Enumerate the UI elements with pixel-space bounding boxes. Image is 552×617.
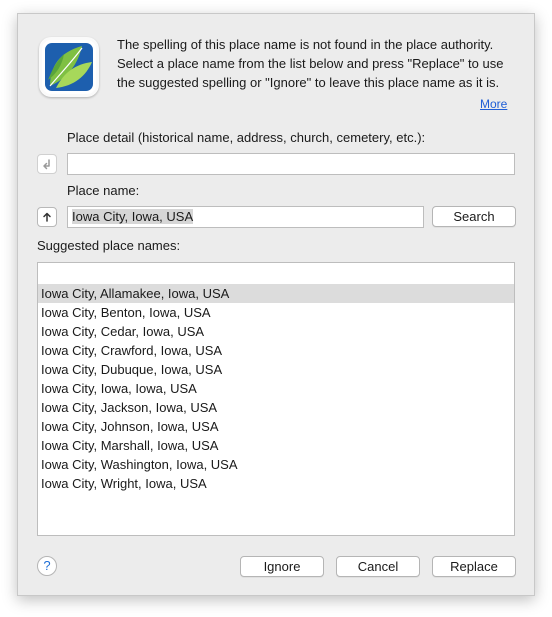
list-item[interactable]: Iowa City, Marshall, Iowa, USA [38, 436, 514, 455]
more-link[interactable]: More [480, 97, 507, 111]
list-item[interactable]: Iowa City, Benton, Iowa, USA [38, 303, 514, 322]
list-item[interactable]: Iowa City, Cedar, Iowa, USA [38, 322, 514, 341]
arrow-down-left-icon [43, 159, 50, 170]
search-button[interactable]: Search [432, 206, 516, 227]
suggested-places-label: Suggested place names: [37, 238, 181, 253]
list-item[interactable]: Iowa City, Iowa, Iowa, USA [38, 379, 514, 398]
move-detail-down-button[interactable] [37, 154, 57, 174]
list-item[interactable]: Iowa City, Crawford, Iowa, USA [38, 341, 514, 360]
list-item[interactable]: Iowa City, Wright, Iowa, USA [38, 474, 514, 493]
place-name-value: Iowa City, Iowa, USA [72, 209, 194, 224]
place-name-label: Place name: [67, 183, 140, 198]
list-item[interactable]: Iowa City, Allamakee, Iowa, USA [38, 284, 514, 303]
replace-button[interactable]: Replace [432, 556, 516, 577]
place-spelling-dialog: The spelling of this place name is not f… [17, 13, 535, 596]
list-item[interactable]: Iowa City, Washington, Iowa, USA [38, 455, 514, 474]
app-logo-icon [39, 37, 99, 97]
place-detail-label: Place detail (historical name, address, … [67, 130, 426, 145]
list-item[interactable]: Iowa City, Jackson, Iowa, USA [38, 398, 514, 417]
list-item[interactable]: Iowa City, Johnson, Iowa, USA [38, 417, 514, 436]
place-name-field[interactable]: Iowa City, Iowa, USA [67, 206, 424, 228]
place-detail-field[interactable] [67, 153, 515, 175]
ignore-button[interactable]: Ignore [240, 556, 324, 577]
cancel-button[interactable]: Cancel [336, 556, 420, 577]
arrow-up-icon [43, 212, 51, 222]
suggested-places-list[interactable]: Iowa City, Allamakee, Iowa, USA Iowa City… [37, 262, 515, 536]
help-button[interactable]: ? [37, 556, 57, 576]
dialog-message: The spelling of this place name is not f… [117, 37, 504, 90]
list-item[interactable]: Iowa City, Dubuque, Iowa, USA [38, 360, 514, 379]
move-up-button[interactable] [37, 207, 57, 227]
